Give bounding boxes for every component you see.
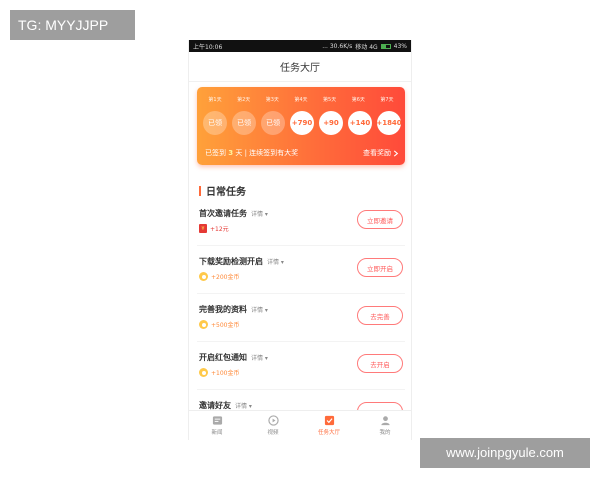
signed-days-count: 3 [228,149,234,157]
carrier-label: 移动 4G [355,43,378,51]
checkin-coin-claimed: 已领 [261,111,285,135]
task-item: 完善我的资料 详情 ▾ +500金币 去完善 [197,294,405,342]
checkin-coin-claimed: 已领 [203,111,227,135]
gold-coin-icon [199,368,208,377]
task-name: 开启红包通知 [199,353,247,362]
checkin-days: 第1天 第2天 第3天 第4天 第5天 第6天 第7天 [203,96,399,103]
bonus-text: 连续签到有大奖 [249,149,299,157]
checkin-footer: 已签到 3 天 | 连续签到有大奖 查看奖励 [205,148,399,158]
checkin-coins: 已领 已领 已领 +790 +90 +140 +1840 [203,111,402,135]
section-accent-bar [199,185,201,196]
bottom-tab-bar: 新闻 视频 任务大厅 我的 [189,410,411,440]
task-item: 首次邀请任务 详情 ▾ ¥ +12元 立即邀请 [197,198,405,246]
tab-task-hall[interactable]: 任务大厅 [309,415,349,436]
watermark-bottom-right: www.joinpgyule.com [420,438,590,468]
phone-screen: 上午10:06 ... 30.6K/s 移动 4G 43% 任务大厅 第1天 第… [188,40,412,440]
section-title-daily: 日常任务 [199,183,246,198]
video-play-icon [267,415,279,426]
task-reward: +500金币 [211,322,240,329]
nav-bar: 任务大厅 [189,52,411,82]
red-packet-icon: ¥ [199,224,207,233]
tab-label: 新闻 [211,430,223,436]
tab-label: 任务大厅 [317,430,340,436]
task-detail-toggle[interactable]: 详情 ▾ [251,305,268,314]
task-reward: +12元 [210,226,229,233]
task-detail-toggle[interactable]: 详情 ▾ [251,209,268,218]
tab-video[interactable]: 视频 [253,415,293,436]
tab-label: 我的 [379,430,391,436]
battery-level: 43% [393,42,407,50]
status-bar: 上午10:06 ... 30.6K/s 移动 4G 43% [189,40,411,52]
day-label: 第4天 [294,97,308,103]
task-action-button[interactable]: 立即开启 [357,258,403,277]
page-title: 任务大厅 [280,63,320,74]
task-name: 下载奖励检测开启 [199,257,263,266]
task-reward: +200金币 [211,274,240,281]
watermark-top-left: TG: MYYJJPP [10,10,135,40]
task-checkbox-icon [324,415,334,426]
task-action-button[interactable]: 去开启 [357,354,403,373]
status-time: 上午10:06 [193,43,223,51]
day-label: 第2天 [237,97,251,103]
task-item: 下载奖励检测开启 详情 ▾ +200金币 立即开启 [197,246,405,294]
day-label: 第1天 [208,97,222,103]
news-icon [212,416,222,425]
tab-label: 视频 [267,430,279,436]
signed-status: 已签到 3 天 | 连续签到有大奖 [205,149,299,157]
chevron-right-icon [393,149,399,157]
task-name: 完善我的资料 [199,305,247,314]
tab-news[interactable]: 新闻 [197,415,237,436]
task-item: 开启红包通知 详情 ▾ +100金币 去开启 [197,342,405,390]
task-action-button[interactable]: 立即邀请 [357,210,403,229]
task-detail-toggle[interactable]: 详情 ▾ [267,257,284,266]
day-label: 第7天 [380,97,394,103]
task-list: 首次邀请任务 详情 ▾ ¥ +12元 立即邀请 下载奖励检测开启 详情 ▾ +2… [189,198,411,438]
task-action-button[interactable]: 去完善 [357,306,403,325]
screenshot-page: TG: MYYJJPP 上午10:06 ... 30.6K/s 移动 4G 43… [0,0,600,480]
day-label: 第6天 [351,97,365,103]
task-reward: +100金币 [211,370,240,377]
gold-coin-icon [199,320,208,329]
task-detail-toggle[interactable]: 详情 ▾ [235,401,252,410]
view-reward-link[interactable]: 查看奖励 [363,148,399,158]
checkin-coin-claimed: 已领 [232,111,256,135]
user-profile-icon [380,416,390,426]
task-name: 首次邀请任务 [199,209,247,218]
day-label: 第5天 [323,97,337,103]
checkin-coin[interactable]: +790 [290,111,314,135]
battery-icon [380,43,391,49]
gold-coin-icon [199,272,208,281]
checkin-card: 第1天 第2天 第3天 第4天 第5天 第6天 第7天 已领 已领 已领 +79… [197,87,405,165]
day-label: 第3天 [265,97,279,103]
checkin-coin[interactable]: +140 [348,111,372,135]
task-detail-toggle[interactable]: 详情 ▾ [251,353,268,362]
checkin-coin[interactable]: +90 [319,111,343,135]
network-speed: ... 30.6K/s [322,42,353,50]
checkin-coin[interactable]: +1840 [376,111,402,135]
tab-profile[interactable]: 我的 [365,415,405,436]
